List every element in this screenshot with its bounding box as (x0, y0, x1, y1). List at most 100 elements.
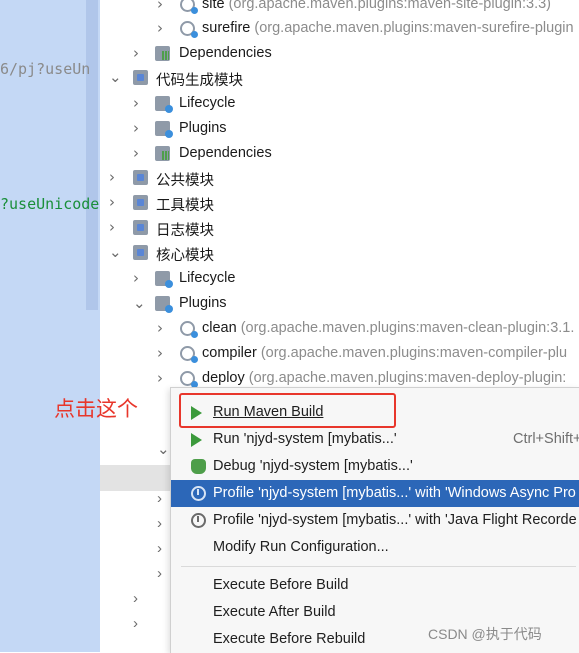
folder-icon (155, 121, 173, 138)
tree-row-site[interactable]: › site (org.apache.maven.plugins:maven-s… (100, 0, 579, 17)
dependencies-icon (155, 146, 170, 161)
tree-label: Lifecycle (179, 95, 236, 111)
chevron-right-icon[interactable]: › (157, 490, 162, 507)
chevron-right-icon[interactable]: › (157, 0, 163, 13)
menu-separator (181, 566, 576, 567)
chevron-down-icon[interactable]: ⌄ (133, 294, 146, 312)
chevron-right-icon[interactable]: › (157, 565, 162, 582)
tree-label: Dependencies (179, 145, 272, 161)
plugin-icon (180, 0, 198, 14)
tree-sublabel: (org.apache.maven.plugins:maven-deploy-p… (244, 370, 567, 386)
folder-icon (155, 271, 173, 288)
plugin-icon (180, 321, 198, 338)
tree-sublabel: (org.apache.maven.plugins:maven-clean-pl… (236, 320, 575, 336)
annotation-highlight-box (179, 393, 396, 428)
debug-icon (191, 459, 206, 474)
menu-item-label: Modify Run Configuration... (213, 539, 389, 555)
tree-row-dependencies[interactable]: › Dependencies (100, 141, 579, 166)
menu-item-modify-run-config[interactable]: Modify Run Configuration... (171, 534, 579, 561)
chevron-right-icon[interactable]: › (133, 94, 139, 112)
tree-row-plugins[interactable]: › Plugins (100, 116, 579, 141)
menu-item-shortcut: Ctrl+Shift+ (513, 431, 579, 447)
code-line: ?useUnicode (0, 195, 100, 213)
dependencies-icon (155, 46, 170, 61)
tree-label: surefire (202, 20, 251, 36)
tree-label: 公共模块 (156, 173, 214, 189)
chevron-down-icon[interactable]: ⌄ (109, 243, 122, 261)
tree-row-lifecycle[interactable]: › Lifecycle (100, 91, 579, 116)
menu-item-debug-config[interactable]: Debug 'njyd-system [mybatis...' (171, 453, 579, 480)
module-icon (133, 195, 148, 210)
tree-label: Dependencies (179, 45, 272, 61)
chevron-right-icon[interactable]: › (157, 319, 163, 337)
chevron-right-icon[interactable]: › (157, 19, 163, 37)
tree-row-surefire[interactable]: › surefire (org.apache.maven.plugins:mav… (100, 16, 579, 41)
chevron-right-icon[interactable]: › (109, 193, 115, 211)
tree-row-module-core[interactable]: ⌄ 核心模块 (100, 240, 579, 265)
menu-item-run-config[interactable]: Run 'njyd-system [mybatis...' Ctrl+Shift… (171, 426, 579, 453)
chevron-right-icon[interactable]: › (133, 44, 139, 62)
code-line: 6/pj?useUn (0, 60, 91, 78)
menu-item-profile-jfr[interactable]: Profile 'njyd-system [mybatis...' with '… (171, 507, 579, 534)
chevron-right-icon[interactable]: › (157, 540, 162, 557)
tree-label: compiler (202, 345, 257, 361)
chevron-right-icon[interactable]: › (157, 515, 162, 532)
folder-icon (155, 96, 173, 113)
chevron-right-icon[interactable]: › (157, 369, 163, 387)
run-icon (191, 433, 202, 447)
tree-label: 代码生成模块 (156, 73, 243, 89)
tree-label: 工具模块 (156, 198, 214, 214)
tree-label: 核心模块 (156, 248, 214, 264)
module-icon (133, 70, 148, 85)
menu-item-label: Run 'njyd-system [mybatis...' (213, 431, 397, 447)
tree-label: Plugins (179, 295, 227, 311)
chevron-right-icon[interactable]: › (133, 119, 139, 137)
profile-icon (191, 513, 206, 528)
tree-label: clean (202, 320, 237, 336)
chevron-right-icon[interactable]: › (133, 144, 139, 162)
chevron-right-icon[interactable]: › (133, 269, 139, 287)
tree-sublabel: (org.apache.maven.plugins:maven-surefire… (250, 20, 574, 36)
editor-gutter (86, 0, 98, 310)
chevron-down-icon[interactable]: ⌄ (157, 440, 170, 458)
tree-label: 日志模块 (156, 223, 214, 239)
chevron-right-icon[interactable]: › (109, 218, 115, 236)
menu-item-label: Execute Before Build (213, 577, 349, 593)
tree-label: Lifecycle (179, 270, 236, 286)
tree-row-module-common[interactable]: › 公共模块 (100, 165, 579, 190)
menu-item-label: Profile 'njyd-system [mybatis...' with '… (213, 512, 577, 528)
chevron-right-icon[interactable]: › (157, 344, 163, 362)
menu-item-profile-async[interactable]: Profile 'njyd-system [mybatis...' with '… (171, 480, 579, 507)
chevron-right-icon[interactable]: › (133, 615, 138, 632)
tree-row-module-log[interactable]: › 日志模块 (100, 215, 579, 240)
tree-label: deploy (202, 370, 245, 386)
tree-row-lifecycle[interactable]: › Lifecycle (100, 266, 579, 291)
module-icon (133, 245, 148, 260)
plugin-icon (180, 371, 198, 388)
tree-row-clean[interactable]: › clean (org.apache.maven.plugins:maven-… (100, 316, 579, 341)
tree-row-dependencies[interactable]: › Dependencies (100, 41, 579, 66)
plugin-icon (180, 21, 198, 38)
menu-item-label: Profile 'njyd-system [mybatis...' with '… (213, 485, 576, 501)
tree-sublabel: (org.apache.maven.plugins:maven-compiler… (256, 345, 568, 361)
menu-item-label: Execute Before Rebuild (213, 631, 366, 647)
chevron-down-icon[interactable]: ⌄ (109, 68, 122, 86)
folder-icon (155, 296, 173, 313)
menu-item-label: Execute After Build (213, 604, 336, 620)
tree-sublabel: (org.apache.maven.plugins:maven-site-plu… (224, 0, 552, 12)
profile-icon (191, 486, 206, 501)
tree-label: site (202, 0, 225, 12)
menu-item-label: Debug 'njyd-system [mybatis...' (213, 458, 413, 474)
tree-row-module-tools[interactable]: › 工具模块 (100, 190, 579, 215)
chevron-right-icon[interactable]: › (109, 168, 115, 186)
tree-row-compiler[interactable]: › compiler (org.apache.maven.plugins:mav… (100, 341, 579, 366)
module-icon (133, 220, 148, 235)
menu-item-execute-after-build[interactable]: Execute After Build (171, 599, 579, 626)
tree-row-plugins[interactable]: ⌄ Plugins (100, 291, 579, 316)
plugin-icon (180, 346, 198, 363)
tree-label: Plugins (179, 120, 227, 136)
tree-row-module-codegen[interactable]: ⌄ 代码生成模块 (100, 65, 579, 90)
editor-pane: 6/pj?useUn ?useUnicode (0, 0, 100, 652)
chevron-right-icon[interactable]: › (133, 590, 138, 607)
menu-item-execute-before-build[interactable]: Execute Before Build (171, 572, 579, 599)
